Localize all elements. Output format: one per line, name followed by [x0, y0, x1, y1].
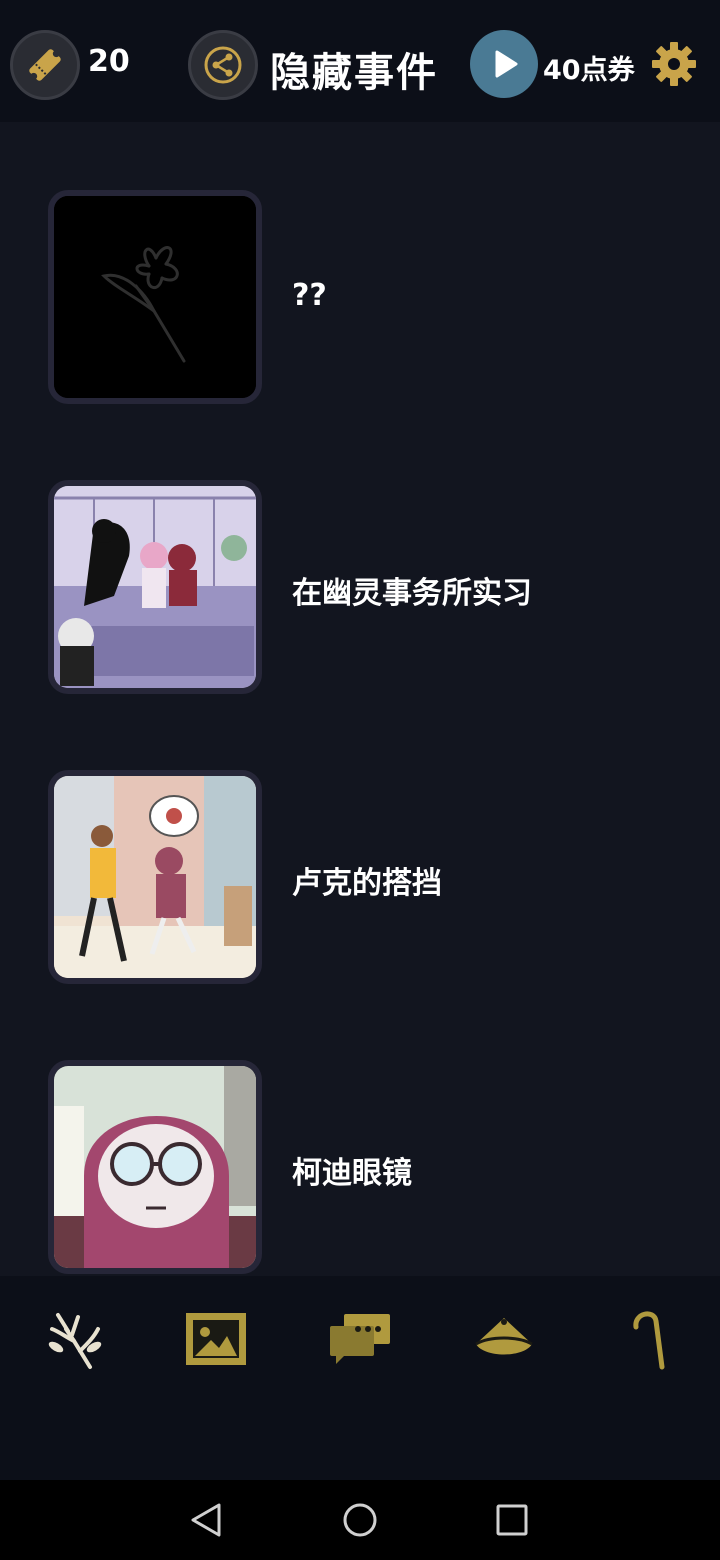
tab-cane[interactable]: [608, 1304, 688, 1374]
ticket-button[interactable]: [10, 30, 80, 100]
street-partner-illustration: [54, 776, 256, 978]
tab-gallery[interactable]: [176, 1304, 256, 1374]
ticket-count: 20: [88, 44, 130, 79]
event-list: ?? 在幽灵事务所实习 卢克的搭挡 柯迪眼镜: [0, 122, 720, 1276]
ghost-office-illustration: [54, 486, 256, 688]
play-icon: [495, 50, 518, 78]
flower-silhouette-icon: [54, 196, 256, 398]
event-title: ??: [292, 278, 327, 313]
tab-hat[interactable]: [464, 1304, 544, 1374]
recents-icon: [496, 1504, 528, 1536]
ticket-icon: [29, 49, 61, 81]
recents-button[interactable]: [492, 1500, 532, 1540]
event-thumbnail-locked: [48, 190, 262, 404]
gallery-icon: [186, 1313, 246, 1365]
event-thumbnail: [48, 1060, 262, 1274]
glasses-character-illustration: [54, 1066, 256, 1268]
home-icon: [343, 1503, 377, 1537]
play-ad-button[interactable]: [470, 30, 538, 98]
chat-bubbles-icon: [330, 1314, 390, 1364]
event-item[interactable]: 在幽灵事务所实习: [0, 480, 720, 694]
event-thumbnail: [48, 770, 262, 984]
event-title: 卢克的搭挡: [292, 866, 442, 901]
gear-icon[interactable]: [650, 40, 698, 88]
event-title: 柯迪眼镜: [292, 1156, 412, 1191]
back-button[interactable]: [186, 1500, 226, 1540]
event-thumbnail: [48, 480, 262, 694]
bottom-tab-bar: [0, 1276, 720, 1480]
page-title: 隐藏事件: [270, 50, 438, 96]
share-button[interactable]: [188, 30, 258, 100]
flower-branch-icon: [48, 1313, 102, 1369]
system-nav-bar: [0, 1480, 720, 1560]
tab-events[interactable]: [34, 1304, 114, 1374]
coupon-label: 40点券: [543, 55, 635, 86]
event-title: 在幽灵事务所实习: [292, 576, 532, 611]
event-item[interactable]: 卢克的搭挡: [0, 770, 720, 984]
home-button[interactable]: [340, 1500, 380, 1540]
event-item[interactable]: 柯迪眼镜: [0, 1060, 720, 1274]
cane-icon: [633, 1311, 665, 1370]
event-item[interactable]: ??: [0, 190, 720, 404]
share-icon: [204, 46, 242, 84]
tab-messages[interactable]: [320, 1304, 400, 1374]
top-bar: 20 隐藏事件 40点券: [0, 0, 720, 122]
back-icon: [191, 1503, 221, 1537]
hat-icon: [475, 1318, 533, 1355]
